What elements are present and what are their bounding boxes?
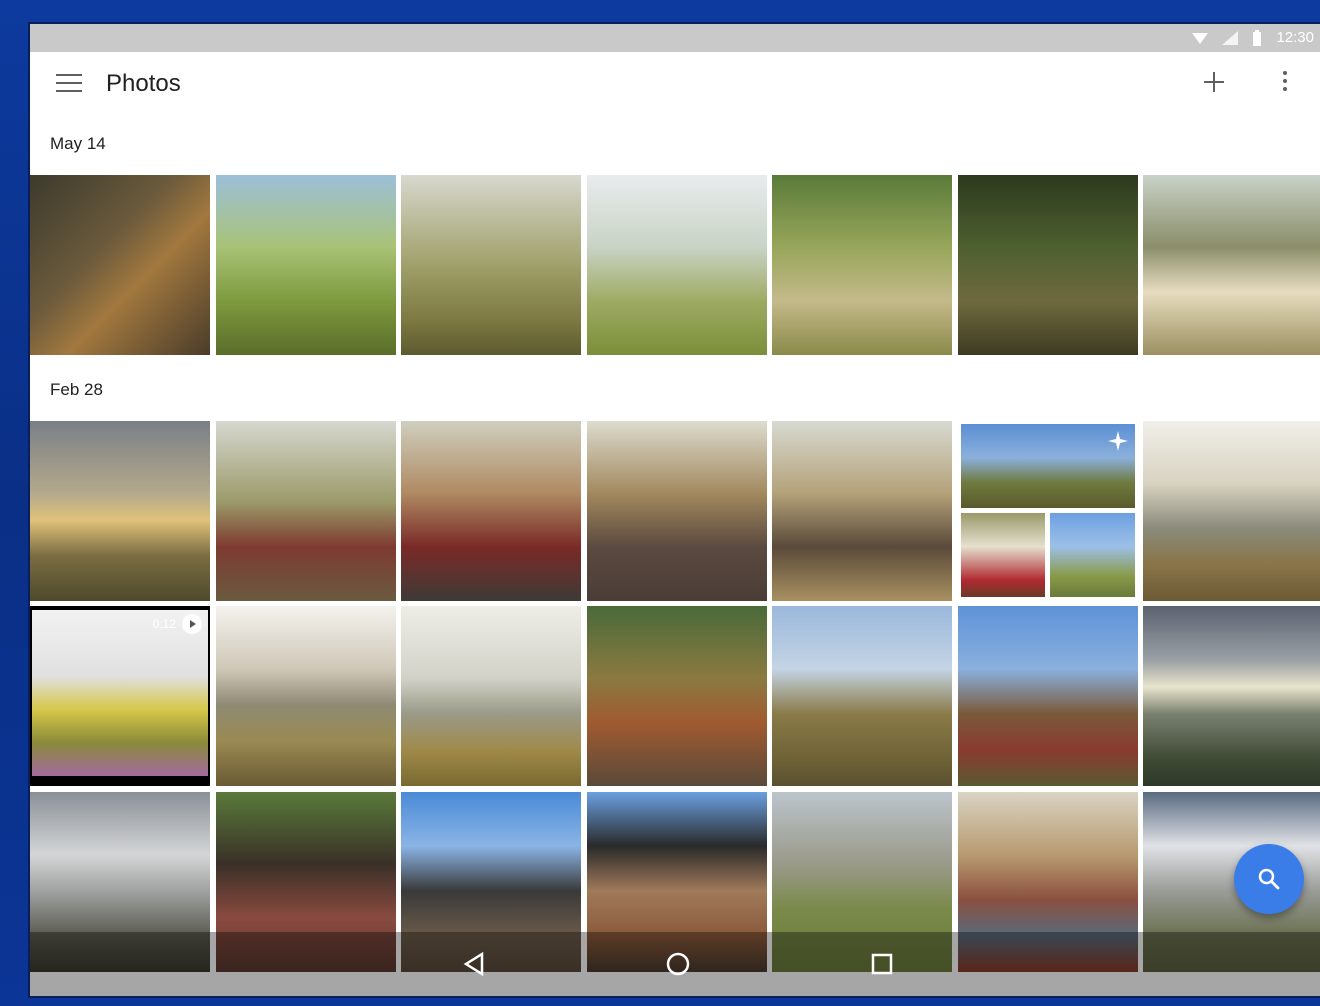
photo-thumbnail[interactable] xyxy=(772,175,952,355)
battery-icon xyxy=(1253,29,1262,46)
home-icon[interactable] xyxy=(664,950,692,978)
device-frame: 12:30 Photos May 14 Feb 28 0:12 xyxy=(0,0,1320,1006)
photo-thumbnail[interactable] xyxy=(216,421,396,601)
page-title: Photos xyxy=(106,70,181,97)
photo-thumbnail[interactable] xyxy=(401,175,581,355)
status-time: 12:30 xyxy=(1276,29,1314,46)
photo-collage[interactable] xyxy=(958,421,1138,601)
photo-thumbnail[interactable] xyxy=(401,421,581,601)
section-date-may14: May 14 xyxy=(50,134,106,153)
photo-thumbnail[interactable] xyxy=(216,606,396,786)
add-icon[interactable] xyxy=(1202,70,1226,94)
play-icon xyxy=(182,614,202,634)
menu-icon[interactable] xyxy=(56,74,82,94)
photo-thumbnail[interactable] xyxy=(1143,606,1320,786)
recents-icon[interactable] xyxy=(868,950,896,978)
photo-thumbnail[interactable] xyxy=(401,606,581,786)
photo-thumbnail[interactable] xyxy=(587,606,767,786)
navigation-bar xyxy=(30,932,1320,996)
wifi-icon xyxy=(1192,32,1209,44)
photo-thumbnail[interactable] xyxy=(30,175,210,355)
sparkle-icon xyxy=(1108,431,1128,451)
photo-thumbnail[interactable] xyxy=(958,606,1138,786)
photo-thumbnail[interactable] xyxy=(30,421,210,601)
photo-thumbnail[interactable] xyxy=(772,421,952,601)
search-icon xyxy=(1258,868,1280,890)
photo-thumbnail[interactable] xyxy=(958,175,1138,355)
signal-icon xyxy=(1222,30,1239,45)
status-bar: 12:30 xyxy=(30,24,1320,52)
video-thumbnail[interactable]: 0:12 xyxy=(30,606,210,786)
more-icon[interactable] xyxy=(1277,71,1293,95)
search-button[interactable] xyxy=(1234,844,1304,914)
photo-thumbnail[interactable] xyxy=(772,606,952,786)
photo-thumbnail[interactable] xyxy=(1143,421,1320,601)
video-duration: 0:12 xyxy=(152,617,176,631)
video-badge: 0:12 xyxy=(153,614,202,634)
app-bar: Photos xyxy=(30,52,1320,116)
photo-thumbnail[interactable] xyxy=(587,421,767,601)
back-icon[interactable] xyxy=(460,950,488,978)
photo-thumbnail[interactable] xyxy=(587,175,767,355)
screen: 12:30 Photos May 14 Feb 28 0:12 xyxy=(30,24,1320,996)
photo-thumbnail[interactable] xyxy=(216,175,396,355)
section-date-feb28: Feb 28 xyxy=(50,380,103,399)
photo-thumbnail[interactable] xyxy=(1143,175,1320,355)
